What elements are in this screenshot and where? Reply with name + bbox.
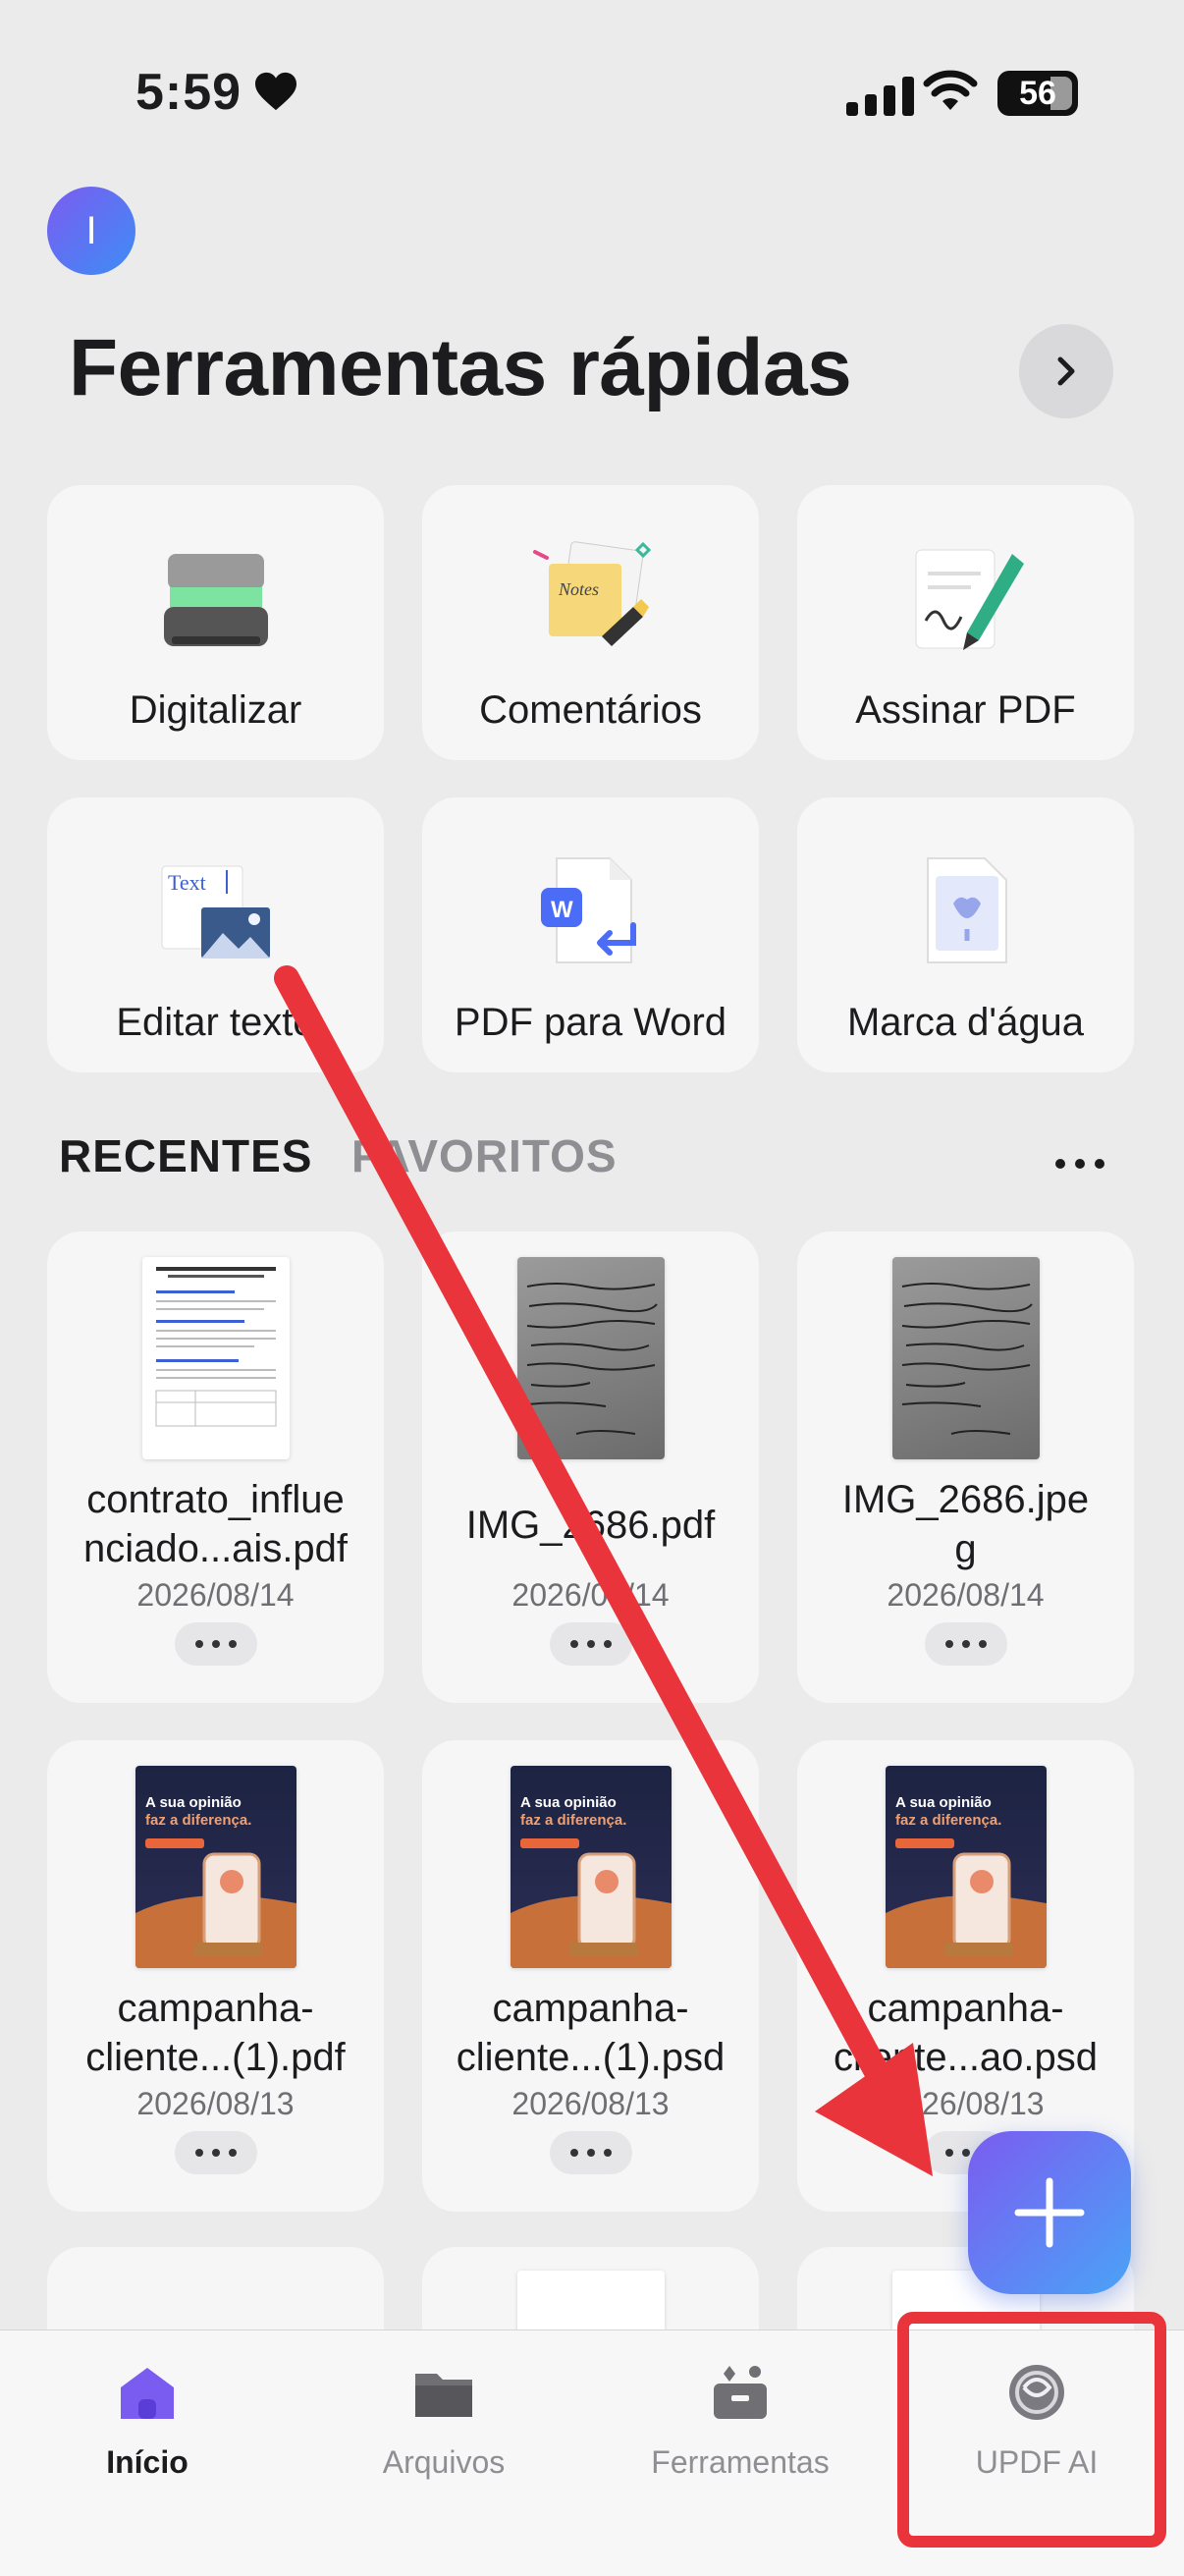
tool-marca-dagua[interactable]: Marca d'água — [797, 797, 1134, 1072]
add-button[interactable] — [968, 2131, 1131, 2294]
signature-pen-icon — [915, 549, 1024, 650]
tab-favoritos[interactable]: FAVORITOS — [351, 1129, 618, 1182]
file-name: contrato_influe nciado...ais.pdf — [82, 1478, 349, 1570]
folder-icon — [415, 2374, 472, 2417]
flyer-line1: A sua opinião — [895, 1794, 992, 1811]
flyer-line1: A sua opinião — [145, 1794, 242, 1811]
plus-icon — [1014, 2177, 1085, 2248]
file-date: 2026/08/13 — [887, 2086, 1045, 2121]
svg-text:Notes: Notes — [558, 579, 599, 599]
scanner-icon — [163, 554, 268, 646]
file-more-button[interactable] — [174, 1622, 257, 1666]
home-icon — [121, 2368, 174, 2419]
file-name: IMG_2686.jpe g — [841, 1478, 1090, 1570]
wifi-icon — [923, 70, 978, 110]
tool-pdf-para-word[interactable]: W PDF para Word — [422, 797, 759, 1072]
nav-label: Ferramentas — [651, 2444, 830, 2480]
tool-label: Marca d'água — [846, 1001, 1085, 1044]
file-card[interactable]: IMG_2686.pdf 2026/08/14 — [422, 1232, 759, 1703]
battery-percentage: 56 — [1019, 75, 1056, 112]
tool-label: Comentários — [479, 688, 702, 732]
battery-icon: 56 — [997, 71, 1078, 116]
file-card[interactable]: contrato_influe nciado...ais.pdf 2026/08… — [47, 1232, 384, 1703]
file-thumbnail: A sua opinião faz a diferença. — [510, 1766, 672, 1968]
file-more-button[interactable] — [549, 1622, 632, 1666]
file-card[interactable]: A sua opinião faz a diferença. campanha-… — [422, 1740, 759, 2212]
word-badge: W — [551, 897, 573, 923]
file-date: 2026/08/14 — [887, 1577, 1045, 1613]
ellipsis-icon — [194, 2149, 237, 2157]
file-date: 2026/08/14 — [511, 1577, 670, 1613]
toolbox-icon — [714, 2366, 767, 2419]
nav-inicio[interactable]: Início — [20, 2358, 275, 2481]
file-thumbnail: A sua opinião faz a diferença. — [135, 1766, 296, 1968]
flyer-line2: faz a diferença. — [520, 1812, 626, 1829]
file-date: 2026/08/13 — [136, 2086, 295, 2121]
file-more-button[interactable] — [174, 2131, 257, 2174]
file-name: campanha- cliente...(1).psd — [456, 1987, 726, 2079]
tool-editar-texto[interactable]: Text Editar texto — [47, 797, 384, 1072]
file-date: 2026/08/13 — [511, 2086, 670, 2121]
heart-icon — [255, 72, 296, 111]
notes-icon: Notes — [532, 541, 651, 646]
ellipsis-icon — [944, 1640, 987, 1648]
avatar[interactable]: I — [47, 187, 135, 275]
file-name: IMG_2686.pdf — [465, 1504, 716, 1547]
flyer-line1: A sua opinião — [520, 1794, 617, 1811]
chevron-right-icon — [1057, 356, 1075, 386]
tool-assinar-pdf[interactable]: Assinar PDF — [797, 485, 1134, 760]
file-thumbnail: A sua opinião faz a diferença. — [885, 1766, 1047, 1968]
nav-ferramentas[interactable]: Ferramentas — [613, 2358, 868, 2481]
file-card[interactable]: IMG_2686.jpe g 2026/08/14 — [797, 1232, 1134, 1703]
flyer-line2: faz a diferença. — [145, 1812, 251, 1829]
tool-label: Digitalizar — [129, 688, 302, 732]
ellipsis-icon — [569, 1640, 612, 1648]
tool-label: Assinar PDF — [855, 688, 1076, 732]
tab-recentes[interactable]: RECENTES — [59, 1129, 312, 1182]
pdf-to-word-icon: W — [540, 857, 636, 963]
status-bar: 5:59 56 — [0, 0, 1184, 187]
cellular-signal-icon — [846, 73, 914, 116]
tool-label: PDF para Word — [454, 1001, 727, 1044]
ellipsis-icon — [194, 1640, 237, 1648]
flyer-line2: faz a diferença. — [895, 1812, 1001, 1829]
file-date: 2026/08/14 — [136, 1577, 295, 1613]
quick-tools-more-button[interactable] — [1019, 324, 1113, 418]
watermark-icon — [926, 857, 1007, 963]
file-card[interactable]: A sua opinião faz a diferença. campanha-… — [47, 1740, 384, 2212]
more-options-icon[interactable] — [1050, 1149, 1109, 1178]
annotation-highlight-box — [897, 2312, 1166, 2548]
tool-label: Editar texto — [116, 1001, 315, 1044]
edit-text-icon: Text — [161, 865, 270, 959]
file-more-button[interactable] — [549, 2131, 632, 2174]
tool-digitalizar[interactable]: Digitalizar — [47, 485, 384, 760]
file-thumbnail — [891, 1257, 1040, 1459]
nav-label: Arquivos — [382, 2444, 506, 2480]
nav-arquivos[interactable]: Arquivos — [316, 2358, 571, 2481]
status-time: 5:59 — [135, 64, 242, 121]
nav-label: Início — [106, 2444, 188, 2480]
ellipsis-icon — [569, 2149, 612, 2157]
file-thumbnail — [516, 1257, 665, 1459]
file-more-button[interactable] — [924, 1622, 1007, 1666]
file-name: campanha- cliente...ao.psd — [833, 1987, 1099, 2079]
file-name: campanha- cliente...(1).pdf — [85, 1987, 346, 2079]
tool-comentarios[interactable]: Notes Comentários — [422, 485, 759, 760]
page-title: Ferramentas rápidas — [69, 323, 852, 412]
file-thumbnail — [141, 1257, 290, 1459]
edit-text-sample: Text — [168, 870, 206, 895]
